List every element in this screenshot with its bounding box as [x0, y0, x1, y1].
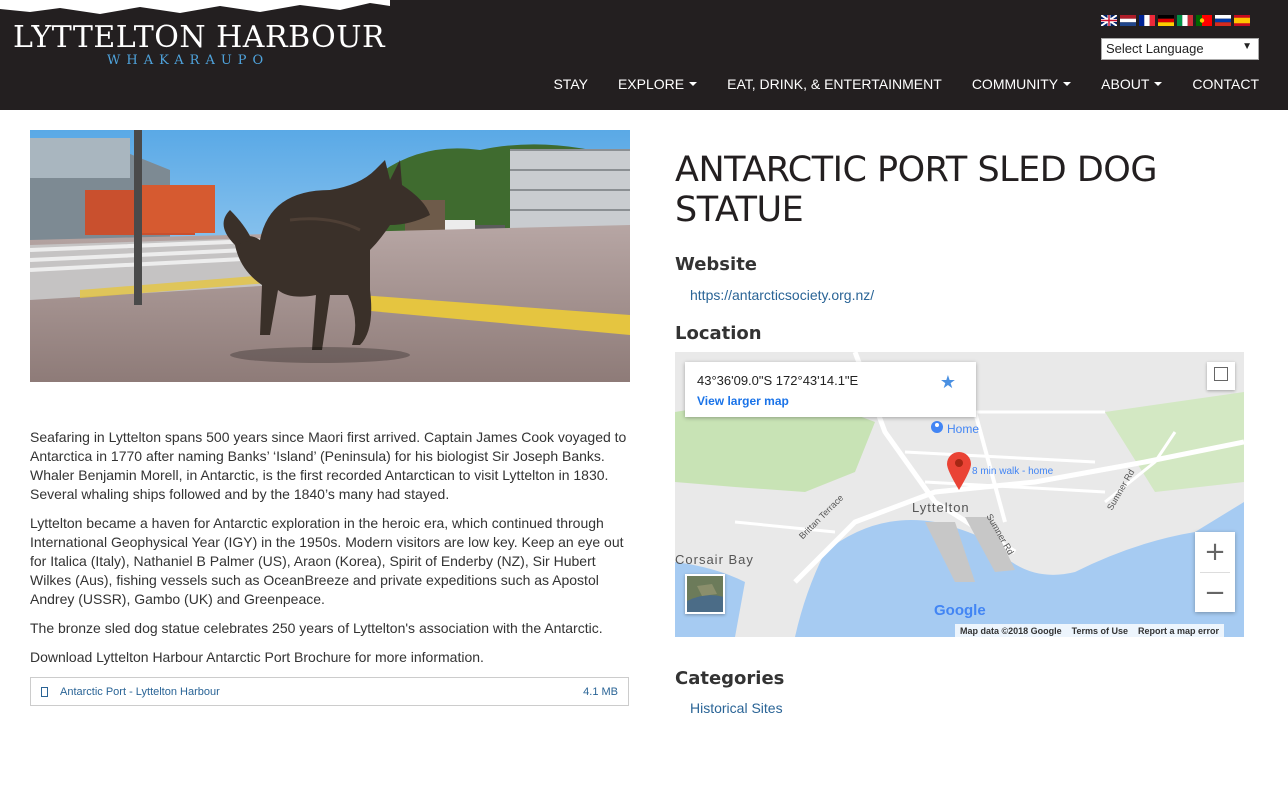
- map-info-card: 43°36'09.0"S 172°43'14.1"E View larger m…: [685, 362, 976, 417]
- category-link[interactable]: Historical Sites: [690, 700, 783, 716]
- file-size: 4.1 MB: [583, 685, 618, 698]
- caret-down-icon: [689, 82, 698, 86]
- location-map[interactable]: Home 8 min walk - home Lyttelton Corsair…: [675, 352, 1244, 637]
- website-link[interactable]: https://antarcticsociety.org.nz/: [690, 287, 874, 303]
- map-footer: Map data ©2018 Google Terms of Use Repor…: [955, 624, 1225, 637]
- nav-label: STAY: [553, 76, 588, 92]
- nav-stay[interactable]: STAY: [553, 76, 588, 92]
- flag-es-icon[interactable]: [1234, 15, 1250, 26]
- map-home-label: Home: [947, 422, 980, 436]
- download-label: Antarctic Port - Lyttelton Harbour: [60, 685, 220, 698]
- language-select-label: Select Language: [1106, 41, 1204, 56]
- nav-community[interactable]: COMMUNITY: [971, 76, 1072, 92]
- nav-label: COMMUNITY: [971, 76, 1059, 92]
- nav-label: EXPLORE: [617, 76, 685, 92]
- logo-title[interactable]: LYTTELTON HARBOUR: [13, 20, 385, 55]
- nav-eat-drink[interactable]: EAT, DRINK, & ENTERTAINMENT: [727, 76, 942, 92]
- caret-down-icon: [1154, 82, 1163, 86]
- fullscreen-icon: [1214, 367, 1228, 381]
- flag-pt-icon[interactable]: [1196, 15, 1212, 26]
- google-logo-text: Google: [934, 602, 986, 619]
- categories-heading: Categories: [675, 668, 785, 689]
- nav-contact[interactable]: CONTACT: [1192, 76, 1259, 92]
- fullscreen-button[interactable]: [1207, 362, 1235, 390]
- satellite-thumbnail: [687, 576, 723, 612]
- paragraph: Download Lyttelton Harbour Antarctic Por…: [30, 649, 484, 665]
- satellite-toggle[interactable]: [685, 574, 725, 614]
- description: Seafaring in Lyttelton spans 500 years s…: [30, 428, 635, 677]
- nav-label: EAT, DRINK, & ENTERTAINMENT: [727, 76, 942, 92]
- language-select[interactable]: Select Language ▼: [1101, 38, 1259, 60]
- google-logo: Google: [934, 602, 986, 619]
- nav-about[interactable]: ABOUT: [1101, 76, 1163, 92]
- site-header: LYTTELTON HARBOUR WHAKARAUPO Select Lang…: [0, 0, 1288, 110]
- terms-link[interactable]: Terms of Use: [1072, 626, 1128, 636]
- page-title: ANTARCTIC PORT SLED DOG STATUE: [675, 150, 1157, 230]
- paragraph: Lyttelton became a haven for Antarctic e…: [30, 515, 624, 607]
- flag-ru-icon[interactable]: [1215, 15, 1231, 26]
- zoom-out-button[interactable]: −: [1195, 573, 1235, 613]
- star-icon[interactable]: ★: [940, 372, 956, 393]
- flag-it-icon[interactable]: [1177, 15, 1193, 26]
- zoom-in-button[interactable]: +: [1195, 532, 1235, 572]
- flag-fr-icon[interactable]: [1139, 15, 1155, 26]
- location-heading: Location: [675, 323, 762, 344]
- nav-label: ABOUT: [1101, 76, 1150, 92]
- download-link[interactable]: Antarctic Port - Lyttelton Harbour 4.1 M…: [30, 677, 629, 706]
- nav-explore[interactable]: EXPLORE: [617, 76, 698, 92]
- nav-label: CONTACT: [1192, 76, 1259, 92]
- flag-de-icon[interactable]: [1158, 15, 1174, 26]
- flag-nl-icon[interactable]: [1120, 15, 1136, 26]
- caret-down-icon: [1063, 82, 1072, 86]
- main-nav: STAY EXPLORE EAT, DRINK, & ENTERTAINMENT…: [553, 76, 1259, 92]
- map-data-attribution: Map data ©2018 Google: [960, 625, 1062, 636]
- paragraph: The bronze sled dog statue celebrates 25…: [30, 620, 603, 636]
- website-heading: Website: [675, 254, 758, 275]
- map-walk-label: 8 min walk - home: [972, 466, 1054, 477]
- map-town-label: Lyttelton: [912, 500, 970, 515]
- logo-subtitle: WHAKARAUPO: [107, 53, 270, 68]
- map-bay-label: Corsair Bay: [675, 552, 754, 567]
- statue-photo: [30, 130, 630, 382]
- language-flags: [1101, 15, 1250, 26]
- zoom-controls: + −: [1195, 532, 1235, 612]
- report-error-link[interactable]: Report a map error: [1138, 626, 1219, 636]
- flag-en-icon[interactable]: [1101, 15, 1117, 26]
- dropdown-arrow-icon: ▼: [1242, 41, 1252, 52]
- view-larger-map-link[interactable]: View larger map: [697, 394, 789, 408]
- document-icon: [41, 686, 48, 697]
- map-coordinates: 43°36'09.0"S 172°43'14.1"E: [697, 373, 859, 388]
- paragraph: Seafaring in Lyttelton spans 500 years s…: [30, 429, 627, 502]
